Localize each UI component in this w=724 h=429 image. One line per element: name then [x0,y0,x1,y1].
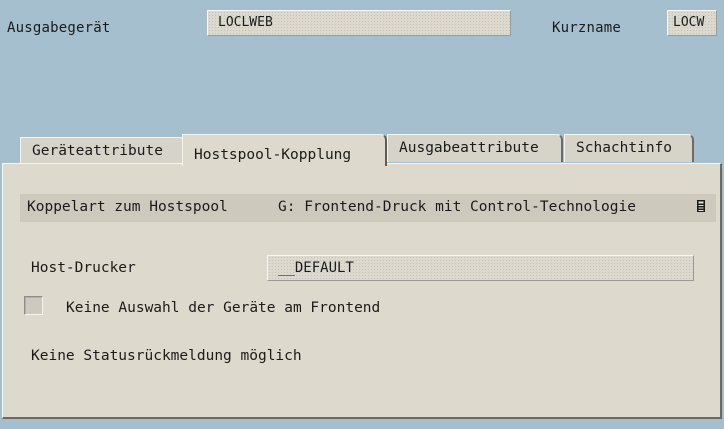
shortname-field[interactable]: LOCW [667,10,717,36]
tab-schachtinfo[interactable]: Schachtinfo [564,134,694,162]
no-device-selection-checkbox[interactable] [24,296,43,315]
shortname-label: Kurzname [552,20,622,36]
coupling-label: Koppelart zum Hostspool [27,199,228,215]
tab-hostspool-kopplung[interactable]: Hostspool-Kopplung [182,134,387,166]
tab-geraeteattribute[interactable]: Geräteattribute [20,137,186,165]
host-printer-field[interactable]: __DEFAULT [267,255,694,281]
tab-ausgabeattribute[interactable]: Ausgabeattribute [387,134,563,162]
no-device-selection-label: Keine Auswahl der Geräte am Frontend [66,300,381,316]
device-label: Ausgabegerät [7,20,111,36]
coupling-dropdown[interactable]: G: Frontend-Druck mit Control-Technologi… [278,199,636,215]
host-printer-label: Host-Drucker [31,260,136,276]
status-note: Keine Statusrückmeldung möglich [31,348,302,364]
list-selection-icon[interactable] [696,199,706,213]
device-field[interactable]: LOCLWEB [207,10,511,36]
